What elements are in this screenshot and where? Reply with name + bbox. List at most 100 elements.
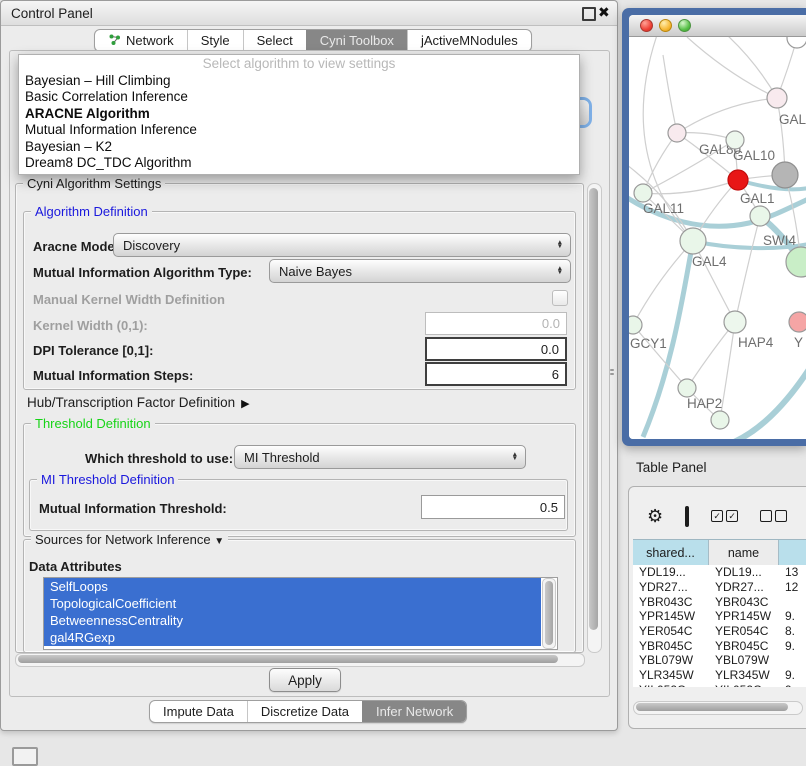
close-icon[interactable]: ✖ — [598, 4, 610, 21]
table-row[interactable]: YDL19...YDL19...13 — [633, 565, 806, 580]
dropdown-option-bayesian-hill-climbing[interactable]: Bayesian – Hill Climbing — [19, 73, 579, 89]
network-node-gal10[interactable] — [726, 131, 744, 149]
table-row[interactable]: YDR27...YDR27...12 — [633, 580, 806, 595]
expander-down-arrow-icon[interactable]: ▼ — [214, 536, 224, 547]
aracne-mode-value: Discovery — [123, 238, 180, 253]
close-button[interactable] — [640, 19, 653, 32]
threshold-definition-label: Threshold Definition — [31, 417, 155, 430]
table-horizontal-scrollbar[interactable] — [633, 701, 803, 715]
column-header-shared[interactable]: shared... — [633, 540, 709, 566]
network-edge[interactable] — [687, 37, 777, 98]
aracne-mode-label: Aracne Mode: — [33, 239, 119, 254]
table-row[interactable]: YER054CYER054C8. — [633, 624, 806, 639]
table-row[interactable]: YBL079WYBL079W — [633, 653, 806, 668]
which-threshold-select[interactable]: MI Threshold ▲▼ — [234, 445, 526, 469]
network-node[interactable] — [786, 247, 806, 277]
settings-horizontal-scrollbar[interactable] — [15, 653, 585, 667]
table-row[interactable]: YBR045CYBR045C9. — [633, 638, 806, 653]
tab-label: Network — [126, 33, 174, 48]
attribute-item-selfloops[interactable]: SelfLoops — [44, 578, 541, 595]
network-edge[interactable] — [735, 216, 760, 322]
network-node-label: GAL1 — [740, 191, 775, 206]
network-node-swi4[interactable] — [750, 206, 770, 226]
dropdown-option-basic-correlation-inference[interactable]: Basic Correlation Inference — [19, 89, 579, 105]
network-edge[interactable] — [727, 37, 777, 98]
network-node-gal1[interactable] — [728, 170, 748, 190]
select-all-checkboxes-icon[interactable]: ✓✓ — [711, 510, 738, 522]
mi-steps-input[interactable]: 6 — [425, 362, 567, 386]
attribute-item-betweennesscentrality[interactable]: BetweennessCentrality — [44, 612, 541, 629]
kernel-width-input[interactable]: 0.0 — [425, 312, 567, 335]
settings-horizontal-scrollbar-thumb[interactable] — [18, 655, 558, 663]
table-row[interactable]: YPR145WYPR145W9. — [633, 609, 806, 624]
network-view-window: GALGAL80GAL10GAL1GAL11SWI4GAL4GCY1HAP4YH… — [622, 8, 806, 446]
spinner-arrows-icon: ▲▼ — [557, 241, 570, 250]
tab-infer-network[interactable]: Infer Network — [362, 701, 466, 722]
panel-divider-handle[interactable] — [609, 366, 615, 377]
tab-jactivemnodules[interactable]: jActiveMNodules — [407, 30, 531, 51]
network-node-gal11[interactable] — [634, 184, 652, 202]
attribute-item-topologicalcoefficient[interactable]: TopologicalCoefficient — [44, 595, 541, 612]
network-edge[interactable] — [663, 55, 677, 133]
hub-definition-expander[interactable]: Hub/Transcription Factor Definition▶ — [27, 395, 250, 410]
table-cell: 9. — [779, 609, 806, 623]
network-node[interactable] — [711, 411, 729, 429]
network-graph[interactable]: GALGAL80GAL10GAL1GAL11SWI4GAL4GCY1HAP4YH… — [629, 37, 806, 439]
network-node-gal[interactable] — [767, 88, 787, 108]
tab-network[interactable]: Network — [95, 30, 187, 51]
dpi-tolerance-input[interactable]: 0.0 — [425, 337, 567, 361]
column-header-extra[interactable] — [779, 540, 806, 566]
network-node-gal4[interactable] — [680, 228, 706, 254]
network-node-gal80[interactable] — [668, 124, 686, 142]
mi-algorithm-type-select[interactable]: Naive Bayes ▲▼ — [269, 259, 571, 283]
tab-discretize-data[interactable]: Discretize Data — [247, 701, 362, 722]
minimize-button[interactable] — [659, 19, 672, 32]
network-node-hap2[interactable] — [678, 379, 696, 397]
dropdown-option-mutual-information-inference[interactable]: Mutual Information Inference — [19, 122, 579, 138]
tab-select[interactable]: Select — [243, 30, 306, 51]
mi-threshold-input[interactable]: 0.5 — [421, 495, 565, 519]
attribute-item-gal4rgexp[interactable]: gal4RGexp — [44, 629, 541, 646]
data-attributes-list[interactable]: SelfLoopsTopologicalCoefficientBetweenne… — [43, 577, 558, 650]
which-threshold-label: Which threshold to use: — [85, 451, 233, 466]
table-cell: YPR145W — [709, 609, 779, 623]
zoom-button[interactable] — [678, 19, 691, 32]
column-header-name[interactable]: name — [709, 540, 779, 566]
minimized-panel-chip[interactable] — [12, 747, 38, 766]
network-canvas[interactable]: GALGAL80GAL10GAL1GAL11SWI4GAL4GCY1HAP4YH… — [629, 37, 806, 439]
tab-cyni-toolbox[interactable]: Cyni Toolbox — [306, 30, 407, 51]
table-row[interactable]: YLR345WYLR345W9. — [633, 668, 806, 683]
manual-kernel-width-checkbox[interactable] — [552, 290, 568, 306]
network-edge[interactable] — [687, 322, 735, 388]
columns-icon[interactable] — [685, 506, 689, 527]
bottom-tabbar: Impute DataDiscretize DataInfer Network — [149, 700, 467, 723]
network-node-hap4[interactable] — [724, 311, 746, 333]
network-edge[interactable] — [677, 98, 777, 133]
dropdown-option-bayesian-k2[interactable]: Bayesian – K2 — [19, 139, 579, 155]
dropdown-option-aracne-algorithm[interactable]: ARACNE Algorithm — [19, 106, 579, 122]
network-edge[interactable] — [633, 325, 687, 388]
table-row[interactable]: YIL052CYIL052C9 — [633, 683, 806, 688]
attributes-scrollbar-thumb[interactable] — [545, 581, 553, 645]
network-node-gcy1[interactable] — [629, 316, 642, 334]
cyni-algorithm-settings-label: Cyni Algorithm Settings — [23, 177, 165, 190]
float-window-icon[interactable] — [582, 7, 596, 21]
gear-icon[interactable]: ⚙ — [647, 507, 663, 525]
table-row[interactable]: YBR043CYBR043C — [633, 594, 806, 609]
network-node[interactable] — [787, 37, 806, 48]
deselect-all-checkboxes-icon[interactable] — [760, 510, 787, 522]
settings-vertical-scrollbar[interactable] — [587, 183, 602, 653]
network-edge[interactable] — [721, 363, 806, 439]
dropdown-option-dream8-dc-tdc-algorithm[interactable]: Dream8 DC_TDC Algorithm — [19, 155, 579, 171]
apply-button[interactable]: Apply — [269, 668, 341, 692]
attributes-scrollbar[interactable] — [542, 578, 556, 649]
aracne-mode-select[interactable]: Discovery ▲▼ — [113, 233, 571, 257]
network-window-titlebar[interactable] — [629, 15, 806, 37]
table-toolbar: ⚙ ✓✓ — [633, 503, 806, 529]
tab-impute-data[interactable]: Impute Data — [150, 701, 247, 722]
table-horizontal-scrollbar-thumb[interactable] — [636, 703, 788, 711]
network-node-y[interactable] — [789, 312, 806, 332]
network-node[interactable] — [772, 162, 798, 188]
settings-vertical-scrollbar-thumb[interactable] — [589, 188, 598, 630]
tab-style[interactable]: Style — [187, 30, 243, 51]
